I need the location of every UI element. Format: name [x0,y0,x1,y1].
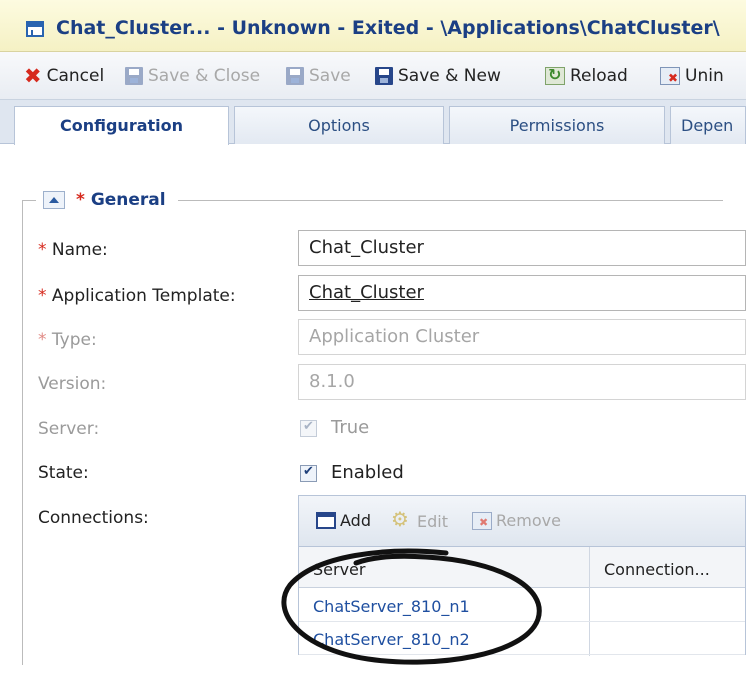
remove-label: Remove [496,511,561,530]
save-button[interactable]: Save [286,66,351,86]
name-label: * Name: [38,240,108,260]
uninstall-icon [660,67,680,85]
uninstall-label: Unin [685,66,724,86]
remove-connection-button[interactable]: Remove [472,511,561,530]
state-label: State: [38,463,89,483]
table-row[interactable]: ChatServer_810_n1 [299,589,745,622]
gear-icon [391,507,413,531]
toolbar: ✖ Cancel Save & Close Save Save & New Re… [0,52,746,100]
tab-permissions[interactable]: Permissions [449,106,665,144]
fieldset-border [178,200,723,201]
server-value: True [331,417,370,438]
save-close-icon [125,67,143,85]
edit-label: Edit [417,511,448,531]
name-label-text: Name: [51,240,108,260]
tab-bar: Configuration Options Permissions Depen [0,100,746,145]
tab-dependencies[interactable]: Depen [670,106,746,144]
state-checkbox[interactable] [300,464,317,482]
required-marker: * [76,190,85,210]
fieldset-border [22,200,36,201]
add-label: Add [340,511,371,530]
save-new-icon [375,67,393,85]
server-checkbox [300,419,317,437]
reload-button[interactable]: Reload [545,65,628,86]
server-cell[interactable]: ChatServer_810_n2 [313,630,470,649]
tab-options[interactable]: Options [234,106,444,144]
save-close-button[interactable]: Save & Close [125,66,260,86]
uninstall-button[interactable]: Unin [660,66,724,86]
save-icon [286,67,304,85]
required-marker: * [38,330,47,350]
reload-label: Reload [570,66,628,86]
section-title: * General [76,190,166,210]
grid-toolbar: Add Edit Remove [299,496,745,547]
edit-connection-button[interactable]: Edit [391,507,448,531]
add-icon [316,512,336,529]
template-label: * Application Template: [38,286,236,306]
column-header-server[interactable]: Server [313,547,365,588]
application-icon [26,21,44,37]
type-label: * Type: [38,330,97,350]
add-connection-button[interactable]: Add [316,511,371,530]
save-new-label: Save & New [398,66,501,86]
collapse-section-button[interactable] [43,191,65,209]
tab-configuration[interactable]: Configuration [14,106,229,145]
table-row[interactable]: ChatServer_810_n2 [299,622,745,655]
connections-label: Connections: [38,508,149,528]
save-new-button[interactable]: Save & New [375,66,501,86]
template-label-text: Application Template: [51,286,236,306]
save-close-label: Save & Close [148,66,261,86]
state-value: Enabled [331,462,404,483]
fieldset-border [22,200,23,665]
remove-icon [472,511,492,530]
cancel-button[interactable]: ✖ Cancel [24,64,105,88]
close-icon: ✖ [24,64,42,88]
server-cell[interactable]: ChatServer_810_n1 [313,597,470,616]
required-marker: * [38,286,47,306]
template-field[interactable]: Chat_Cluster [298,275,746,311]
type-field: Application Cluster [298,319,746,355]
reload-icon [545,65,565,85]
section-title-text: General [90,190,166,210]
title-bar: Chat_Cluster... - Unknown - Exited - \Ap… [0,0,746,52]
version-field: 8.1.0 [298,364,746,400]
required-marker: * [38,240,47,260]
connections-grid: Add Edit Remove Server Connection... Cha… [298,495,746,656]
server-label: Server: [38,419,100,439]
type-label-text: Type: [51,330,97,350]
grid-header: Server Connection... [299,547,745,588]
version-label: Version: [38,374,107,394]
column-header-connection[interactable]: Connection... [604,547,710,588]
save-label: Save [309,66,351,86]
cancel-label: Cancel [46,66,105,86]
name-field[interactable]: Chat_Cluster [298,230,746,266]
window-title: Chat_Cluster... - Unknown - Exited - \Ap… [56,17,720,39]
